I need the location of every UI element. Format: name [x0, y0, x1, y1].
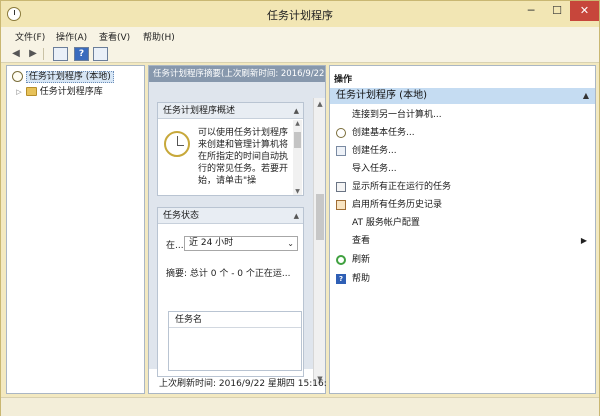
- blank-icon: [336, 218, 346, 228]
- history-icon: [336, 200, 346, 210]
- task-scheduler-window: 任务计划程序 ─ ☐ ✕ 文件(F) 操作(A) 查看(V) 帮助(H) ◀ ▶…: [0, 0, 600, 416]
- close-button[interactable]: ✕: [570, 1, 599, 21]
- toolbar-separator: [43, 48, 44, 60]
- tree-item-label: 任务计划程序 (本地): [25, 71, 114, 83]
- submenu-arrow-icon: ▶: [580, 236, 587, 245]
- forward-button[interactable]: ▶: [26, 47, 40, 61]
- title-bar: 任务计划程序 ─ ☐ ✕: [1, 1, 599, 27]
- refresh-icon: [336, 255, 346, 265]
- task-status-section: 任务状态 ▲ 在... 近 24 小时 ⌄ 摘要: 总计 0 个 - 0 个正在…: [157, 207, 304, 377]
- action-at-service-config[interactable]: AT 服务帐户配置: [330, 214, 595, 232]
- summary-header: 任务计划程序摘要(上次刷新时间: 2016/9/22 星期四 15:16:: [149, 66, 325, 82]
- show-hide-console-tree-icon[interactable]: [53, 47, 68, 61]
- action-create-basic-task[interactable]: 创建基本任务...: [330, 124, 595, 142]
- overview-text: 可以使用任务计划程序来创建和管理计算机将在所指定的时间自动执行的常见任务。若要开…: [198, 128, 289, 186]
- time-range-select[interactable]: 近 24 小时 ⌄: [184, 236, 298, 251]
- status-summary: 摘要: 总计 0 个 - 0 个正在运...: [166, 269, 291, 279]
- actions-group-label: 任务计划程序 (本地): [336, 90, 427, 101]
- actions-title: 操作: [334, 75, 353, 85]
- collapse-icon[interactable]: ▲: [583, 88, 589, 104]
- running-tasks-icon: [336, 182, 346, 192]
- scroll-thumb[interactable]: [294, 132, 301, 148]
- action-label: 连接到另一台计算机...: [352, 110, 442, 120]
- action-view[interactable]: 查看 ▶: [330, 232, 595, 250]
- action-import-task[interactable]: 导入任务...: [330, 160, 595, 178]
- action-connect-computer[interactable]: 连接到另一台计算机...: [330, 106, 595, 124]
- blank-icon: [336, 110, 346, 120]
- action-label: 创建基本任务...: [352, 128, 415, 138]
- last-refresh-time: 上次刷新时间: 2016/9/22 星期四 15:16:: [159, 379, 327, 389]
- window-title: 任务计划程序: [267, 9, 333, 22]
- scheduler-clock-icon: [164, 131, 190, 157]
- menu-bar: 文件(F) 操作(A) 查看(V) 帮助(H): [1, 27, 599, 45]
- range-label: 在...: [166, 241, 184, 251]
- overview-scrollbar[interactable]: ▲ ▼: [293, 120, 302, 195]
- action-label: AT 服务帐户配置: [352, 218, 420, 228]
- action-help[interactable]: ? 帮助: [330, 270, 595, 288]
- time-range-value: 近 24 小时: [189, 238, 234, 248]
- actions-pane: 操作 任务计划程序 (本地) ▲ 连接到另一台计算机... 创建基本任务... …: [329, 65, 596, 394]
- action-refresh[interactable]: 刷新: [330, 251, 595, 269]
- expand-arrow-icon[interactable]: ▷: [15, 85, 23, 99]
- action-show-running-tasks[interactable]: 显示所有正在运行的任务: [330, 178, 595, 196]
- action-enable-history[interactable]: 启用所有任务历史记录: [330, 196, 595, 214]
- maximize-button[interactable]: ☐: [544, 1, 570, 21]
- task-name-table[interactable]: 任务名: [168, 311, 302, 371]
- summary-body: 任务计划程序概述 ▲ 可以使用任务计划程序来创建和管理计算机将在所指定的时间自动…: [149, 82, 325, 385]
- menu-file[interactable]: 文件(F): [15, 30, 45, 43]
- scroll-up-icon[interactable]: ▲: [314, 100, 326, 108]
- action-label: 帮助: [352, 274, 371, 284]
- action-label: 创建任务...: [352, 146, 397, 156]
- menu-help[interactable]: 帮助(H): [143, 30, 175, 43]
- folder-icon: [25, 87, 37, 96]
- action-create-task[interactable]: 创建任务...: [330, 142, 595, 160]
- tree-item-local[interactable]: 任务计划程序 (本地): [7, 70, 144, 84]
- help-icon[interactable]: ?: [74, 47, 89, 61]
- actions-group-header[interactable]: 任务计划程序 (本地) ▲: [330, 88, 595, 104]
- tree-item-library[interactable]: ▷ 任务计划程序库: [7, 85, 144, 99]
- action-label: 刷新: [352, 255, 371, 265]
- blank-icon: [336, 164, 346, 174]
- menu-action[interactable]: 操作(A): [56, 30, 87, 43]
- menu-view[interactable]: 查看(V): [99, 30, 130, 43]
- help-icon: ?: [336, 274, 346, 284]
- overview-section-header[interactable]: 任务计划程序概述 ▲: [158, 103, 303, 119]
- action-label: 启用所有任务历史记录: [352, 200, 443, 210]
- collapse-icon[interactable]: ▲: [294, 103, 299, 119]
- toolbar: ◀ ▶ ?: [1, 45, 599, 63]
- minimize-button[interactable]: ─: [518, 1, 544, 21]
- scroll-down-icon[interactable]: ▼: [293, 188, 302, 195]
- task-status-header[interactable]: 任务状态 ▲: [158, 208, 303, 224]
- status-bar: [1, 397, 599, 416]
- action-label: 导入任务...: [352, 164, 397, 174]
- console-tree: 任务计划程序 (本地) ▷ 任务计划程序库: [6, 65, 145, 394]
- overview-section: 任务计划程序概述 ▲ 可以使用任务计划程序来创建和管理计算机将在所指定的时间自动…: [157, 102, 304, 196]
- chevron-down-icon: ⌄: [287, 239, 294, 248]
- blank-icon: [336, 236, 346, 246]
- task-icon: [336, 146, 346, 156]
- collapse-icon[interactable]: ▲: [294, 208, 299, 224]
- overview-title: 任务计划程序概述: [163, 106, 236, 116]
- action-label: 查看: [352, 236, 371, 246]
- scroll-up-icon[interactable]: ▲: [293, 120, 302, 127]
- show-hide-action-pane-icon[interactable]: [93, 47, 108, 61]
- tree-item-label: 任务计划程序库: [39, 87, 103, 97]
- action-label: 显示所有正在运行的任务: [352, 182, 452, 192]
- task-name-column-header[interactable]: 任务名: [169, 312, 301, 328]
- scroll-thumb[interactable]: [316, 194, 324, 240]
- back-button[interactable]: ◀: [9, 47, 23, 61]
- clock-task-icon: [336, 128, 346, 138]
- summary-pane: 任务计划程序摘要(上次刷新时间: 2016/9/22 星期四 15:16: 任务…: [148, 65, 327, 394]
- task-status-title: 任务状态: [163, 211, 200, 221]
- summary-scrollbar[interactable]: ▲ ▼: [313, 98, 325, 385]
- clock-icon: [12, 71, 23, 82]
